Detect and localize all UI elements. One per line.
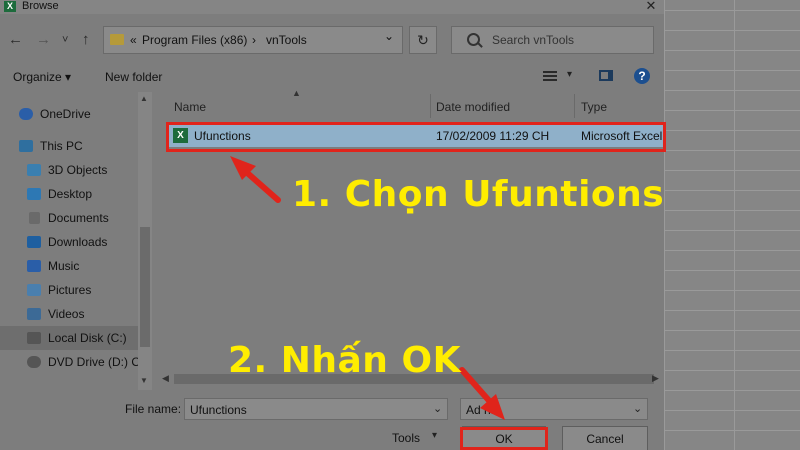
sidebar-item-label: 3D Objects bbox=[48, 163, 108, 177]
scroll-down-icon[interactable]: ▼ bbox=[140, 376, 148, 385]
disk-icon bbox=[27, 332, 41, 344]
breadcrumb-program-files[interactable]: Program Files (x86) bbox=[142, 33, 247, 47]
chevron-down-icon[interactable]: ⌄ bbox=[433, 402, 442, 415]
sidebar-item-desktop[interactable]: Desktop bbox=[0, 182, 138, 206]
forward-arrow-icon[interactable]: → bbox=[36, 32, 51, 48]
step-one-annotation: 1. Chọn Ufuntions bbox=[292, 174, 665, 215]
music-icon bbox=[27, 260, 41, 272]
address-dropdown-icon[interactable]: ⌄ bbox=[384, 29, 394, 43]
sidebar-item-label: Desktop bbox=[48, 187, 93, 201]
pictures-icon bbox=[27, 284, 41, 296]
file-type-select[interactable]: Ad ns ⌄ bbox=[460, 398, 648, 420]
video-icon bbox=[27, 308, 41, 320]
tools-button[interactable]: Tools bbox=[392, 431, 420, 445]
ok-button-highlight bbox=[460, 427, 548, 450]
step-two-annotation: 2. Nhấn OK bbox=[228, 340, 461, 381]
sidebar-item-videos[interactable]: Videos bbox=[0, 302, 138, 326]
sidebar-item-this-pc[interactable]: This PC bbox=[0, 134, 138, 158]
sidebar-item-onedrive[interactable]: OneDrive bbox=[0, 102, 138, 126]
column-header-date-modified[interactable]: Date modified bbox=[436, 100, 510, 114]
up-arrow-icon[interactable]: ↑ bbox=[82, 32, 90, 48]
sidebar-item-dvd-drive[interactable]: DVD Drive (D:) O bbox=[0, 350, 141, 374]
computer-icon bbox=[19, 140, 33, 152]
help-icon[interactable]: ? bbox=[634, 68, 650, 84]
sidebar-item-documents[interactable]: Documents bbox=[0, 206, 138, 230]
breadcrumb-separator-icon: › bbox=[252, 33, 256, 47]
file-name-value: Ufunctions bbox=[190, 403, 247, 417]
search-icon bbox=[467, 33, 480, 46]
cube-icon bbox=[27, 164, 41, 176]
scrollbar-thumb[interactable] bbox=[140, 227, 150, 347]
sidebar-item-label: Music bbox=[48, 259, 80, 273]
new-folder-button[interactable]: New folder bbox=[105, 70, 162, 84]
folder-icon bbox=[110, 34, 124, 45]
sidebar-item-music[interactable]: Music bbox=[0, 254, 138, 278]
close-icon[interactable]: ✕ bbox=[640, 0, 662, 14]
column-header-type[interactable]: Type bbox=[581, 100, 607, 114]
cancel-button[interactable]: Cancel bbox=[562, 426, 648, 450]
navigation-pane: OneDrive This PC 3D Objects Desktop Docu… bbox=[0, 92, 152, 392]
file-type-value: Ad ns bbox=[466, 403, 497, 417]
column-divider[interactable] bbox=[574, 94, 575, 118]
column-divider[interactable] bbox=[430, 94, 431, 118]
desktop-icon bbox=[27, 188, 41, 200]
sidebar-item-3d-objects[interactable]: 3D Objects bbox=[0, 158, 138, 182]
document-icon bbox=[29, 212, 40, 224]
excel-icon: X bbox=[4, 1, 16, 12]
back-arrow-icon[interactable]: ← bbox=[8, 32, 23, 48]
sidebar-item-label: DVD Drive (D:) O bbox=[48, 355, 141, 369]
file-name-label: File name: bbox=[125, 402, 182, 416]
chevron-down-icon[interactable]: ⌄ bbox=[633, 402, 642, 415]
cloud-icon bbox=[19, 108, 33, 120]
search-placeholder: Search vnTools bbox=[492, 33, 575, 47]
file-name-input[interactable]: Ufunctions ⌄ bbox=[184, 398, 448, 420]
view-options-icon[interactable] bbox=[543, 71, 557, 82]
breadcrumb-vntools[interactable]: vnTools bbox=[266, 33, 307, 47]
excel-background-grid bbox=[664, 0, 800, 450]
scroll-right-icon[interactable]: ▶ bbox=[652, 373, 659, 384]
sidebar-item-label: OneDrive bbox=[40, 107, 91, 121]
sidebar-item-label: Pictures bbox=[48, 283, 92, 297]
dvd-icon bbox=[27, 356, 41, 368]
breadcrumb-prefix[interactable]: « bbox=[130, 33, 137, 47]
browse-dialog: X Browse ✕ ← → ˅ ↑ « Program Files (x86)… bbox=[0, 0, 664, 450]
recent-locations-icon[interactable]: ˅ bbox=[62, 32, 68, 48]
title-bar: X Browse ✕ bbox=[0, 0, 664, 14]
sidebar-item-label: Local Disk (C:) bbox=[48, 331, 127, 345]
sidebar-item-pictures[interactable]: Pictures bbox=[0, 278, 138, 302]
preview-pane-icon[interactable] bbox=[599, 70, 613, 81]
refresh-icon: ↻ bbox=[417, 32, 429, 48]
column-header-name[interactable]: Name bbox=[174, 100, 206, 114]
sidebar-item-label: This PC bbox=[40, 139, 83, 153]
sidebar-item-label: Videos bbox=[48, 307, 85, 321]
file-row-highlight bbox=[166, 122, 666, 152]
organize-button[interactable]: Organize ▾ bbox=[13, 70, 71, 84]
window-title: Browse bbox=[22, 0, 59, 12]
sort-ascending-icon: ▲ bbox=[292, 88, 301, 98]
sidebar-item-local-disk[interactable]: Local Disk (C:) bbox=[0, 326, 138, 350]
refresh-button[interactable]: ↻ bbox=[409, 26, 437, 54]
address-bar[interactable]: « Program Files (x86) › vnTools ⌄ bbox=[103, 26, 403, 54]
sidebar-scrollbar[interactable]: ▲ ▼ bbox=[138, 92, 152, 390]
scroll-left-icon[interactable]: ◀ bbox=[162, 373, 169, 384]
sidebar-item-label: Downloads bbox=[48, 235, 108, 249]
sidebar-item-downloads[interactable]: Downloads bbox=[0, 230, 138, 254]
view-dropdown-icon[interactable]: ▾ bbox=[567, 69, 572, 80]
tools-dropdown-icon[interactable]: ▾ bbox=[432, 430, 437, 441]
scroll-up-icon[interactable]: ▲ bbox=[140, 94, 148, 103]
search-box[interactable]: Search vnTools bbox=[451, 26, 654, 54]
sidebar-item-label: Documents bbox=[48, 211, 109, 225]
download-icon bbox=[27, 236, 41, 248]
